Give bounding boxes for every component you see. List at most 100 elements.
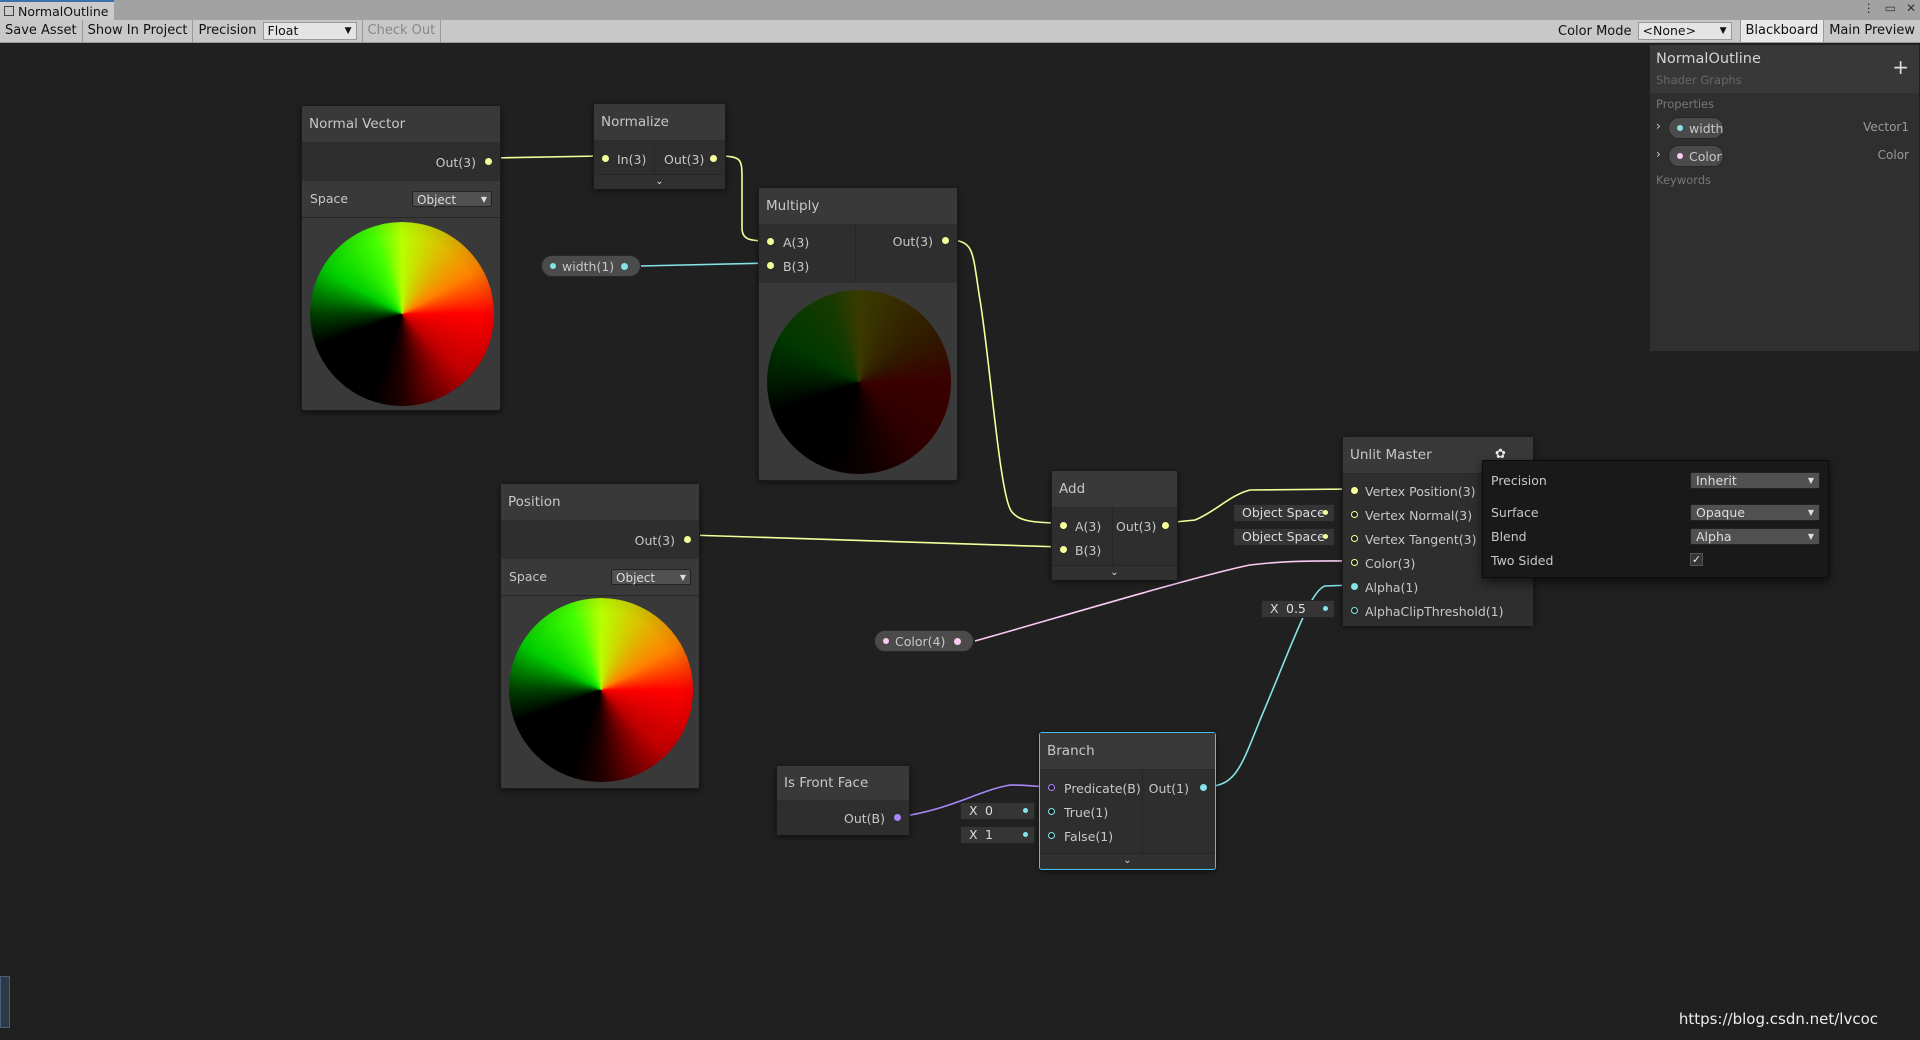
property-node-color[interactable]: Color(4) (874, 630, 974, 652)
output-port-out[interactable] (894, 814, 901, 821)
branch-true-field[interactable]: X 0 (960, 802, 1035, 820)
alpha-clip-threshold-field[interactable]: X 0.5 (1261, 600, 1335, 618)
property-node-width[interactable]: width(1) (541, 255, 641, 277)
vertex-tangent-default[interactable]: Object Space (1233, 528, 1335, 546)
space-value: Object (417, 193, 457, 207)
two-sided-checkbox[interactable]: ✓ (1690, 553, 1703, 566)
branch-false-field[interactable]: X 1 (960, 826, 1035, 844)
settings-blend-value: Alpha (1696, 529, 1732, 544)
node-preview (310, 222, 494, 406)
close-icon[interactable]: ✕ (1906, 1, 1916, 15)
input-port-vertex-position[interactable] (1351, 487, 1358, 494)
output-port-out[interactable] (621, 263, 628, 270)
master-settings-panel: Precision Inherit ▼ Surface Opaque ▼ Ble… (1482, 460, 1829, 578)
node-is-front-face[interactable]: Is Front Face Out(B) (776, 765, 910, 835)
node-title: Position (501, 484, 699, 521)
port-label-color: Color(3) (1365, 556, 1416, 571)
input-port-b[interactable] (767, 262, 774, 269)
blackboard-property-row[interactable]: › width Vector1 (1650, 116, 1920, 140)
port-label-false: False(1) (1064, 829, 1114, 844)
space-dropdown[interactable]: Object ▼ (611, 569, 691, 585)
edge-normal-to-normalize (491, 155, 601, 159)
color-mode-dropdown[interactable]: <None> ▼ (1637, 22, 1732, 40)
input-port-a[interactable] (1060, 522, 1067, 529)
node-position[interactable]: Position Out(3) Space Object ▼ (500, 483, 700, 789)
add-property-button[interactable]: + (1892, 55, 1909, 79)
node-normal-vector[interactable]: Normal Vector Out(3) Space Object ▼ (301, 105, 501, 411)
minimap-handle[interactable] (0, 976, 10, 1028)
input-port-color[interactable] (1351, 559, 1358, 566)
show-in-project-button[interactable]: Show In Project (83, 20, 194, 42)
blackboard-property-pill[interactable]: width (1668, 117, 1724, 139)
collapse-chevron-icon[interactable]: ⌄ (594, 174, 725, 189)
collapse-chevron-icon[interactable]: ⌄ (1052, 565, 1177, 580)
node-title: Normalize (594, 104, 725, 141)
output-port-out[interactable] (684, 536, 691, 543)
properties-section-label: Properties (1656, 97, 1715, 111)
port-label-out: Out(3) (664, 152, 705, 167)
expand-chevron-icon[interactable]: › (1656, 147, 1661, 161)
input-port-false[interactable] (1048, 832, 1055, 839)
expand-chevron-icon[interactable]: › (1656, 119, 1661, 133)
dropdown-arrow-icon: ▼ (1807, 476, 1814, 485)
main-preview-toggle[interactable]: Main Preview (1824, 20, 1920, 42)
alpha-clip-threshold-value[interactable]: 0.5 (1286, 601, 1306, 617)
precision-label: Precision (198, 23, 257, 38)
input-port-alpha[interactable] (1351, 583, 1358, 590)
settings-surface-dropdown[interactable]: Opaque ▼ (1690, 504, 1820, 521)
settings-precision-value: Inherit (1696, 473, 1737, 488)
input-port-b[interactable] (1060, 546, 1067, 553)
node-multiply[interactable]: Multiply A(3) B(3) Out(3) (758, 187, 958, 481)
node-title: Branch (1040, 733, 1215, 770)
settings-precision-label: Precision (1491, 473, 1547, 488)
space-dropdown[interactable]: Object ▼ (412, 191, 492, 207)
node-title: Add (1052, 471, 1177, 508)
output-port-out[interactable] (954, 638, 961, 645)
input-port-vertex-normal[interactable] (1351, 511, 1358, 518)
check-out-button[interactable]: Check Out (363, 20, 442, 42)
input-port-in[interactable] (602, 155, 609, 162)
node-branch[interactable]: Branch Predicate(B) True(1) False(1) Out… (1039, 732, 1216, 870)
node-preview (767, 290, 951, 474)
connector-dot (1023, 808, 1028, 813)
maximize-icon[interactable]: ▭ (1885, 1, 1896, 15)
collapse-chevron-icon[interactable]: ⌄ (1040, 853, 1215, 868)
input-port-a[interactable] (767, 238, 774, 245)
property-node-label: Color(4) (895, 634, 946, 649)
output-port-out[interactable] (710, 155, 717, 162)
dropdown-arrow-icon: ▼ (344, 26, 352, 36)
port-label-true: True(1) (1064, 805, 1109, 820)
output-port-out[interactable] (1200, 784, 1207, 791)
input-port-predicate[interactable] (1048, 784, 1055, 791)
precision-dropdown[interactable]: Float ▼ (262, 22, 357, 40)
save-asset-button[interactable]: Save Asset (0, 20, 83, 42)
branch-false-value[interactable]: 1 (985, 827, 993, 843)
node-title: Multiply (759, 188, 957, 225)
blackboard-title: NormalOutline (1656, 51, 1761, 67)
output-port-out[interactable] (485, 158, 492, 165)
output-port-out[interactable] (1162, 522, 1169, 529)
editor-tab[interactable]: NormalOutline (0, 0, 115, 20)
output-port-out[interactable] (942, 237, 949, 244)
blackboard-property-row[interactable]: › Color Color (1650, 144, 1920, 168)
port-label-vertex-tangent: Vertex Tangent(3) (1365, 532, 1477, 547)
vertex-normal-default[interactable]: Object Space (1233, 504, 1335, 522)
node-add[interactable]: Add A(3) B(3) Out(3) ⌄ (1051, 470, 1178, 580)
more-options-icon[interactable]: ⋮ (1863, 1, 1875, 15)
input-port-true[interactable] (1048, 808, 1055, 815)
edge-width-to-multiply (639, 262, 771, 267)
settings-blend-dropdown[interactable]: Alpha ▼ (1690, 528, 1820, 545)
space-value: Object (616, 571, 656, 585)
node-normalize[interactable]: Normalize In(3) Out(3) ⌄ (593, 103, 726, 189)
input-port-alpha-clip[interactable] (1351, 607, 1358, 614)
branch-true-value[interactable]: 0 (985, 803, 993, 819)
input-port-vertex-tangent[interactable] (1351, 535, 1358, 542)
blackboard-toggle[interactable]: Blackboard (1739, 20, 1825, 42)
port-label-a: A(3) (783, 235, 810, 250)
blackboard-property-pill[interactable]: Color (1668, 145, 1724, 167)
settings-precision-dropdown[interactable]: Inherit ▼ (1690, 472, 1820, 489)
edge-position-to-add (688, 534, 1063, 548)
watermark-text: https://blog.csdn.net/lvcoc (1678, 1010, 1878, 1028)
port-label-out: Out(3) (892, 234, 933, 249)
connector-dot (1023, 832, 1028, 837)
